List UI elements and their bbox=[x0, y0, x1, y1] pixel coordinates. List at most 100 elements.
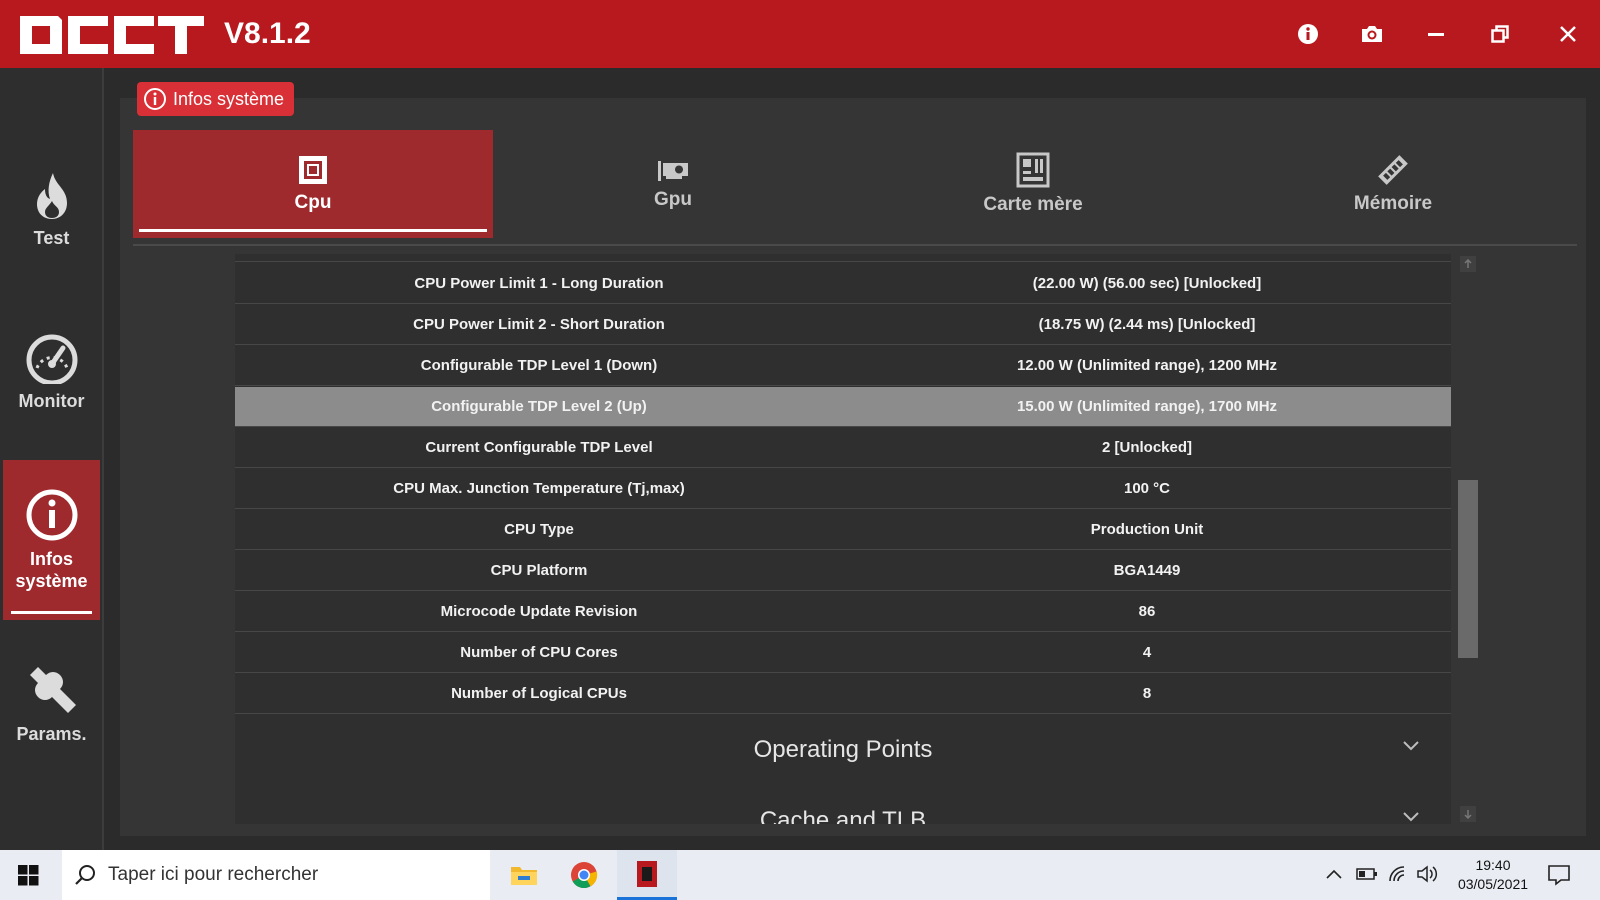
gauge-icon bbox=[26, 334, 77, 384]
windows-icon bbox=[18, 865, 39, 886]
info-icon bbox=[1298, 24, 1318, 44]
sidebar-item-params[interactable]: Params. bbox=[3, 648, 100, 758]
scroll-thumb[interactable] bbox=[1458, 480, 1478, 658]
volume-icon[interactable] bbox=[1416, 865, 1438, 883]
camera-icon bbox=[1362, 26, 1382, 42]
tab-label: Carte mère bbox=[983, 194, 1083, 215]
row-key: Configurable TDP Level 2 (Up) bbox=[431, 398, 647, 415]
cpu-info-table: CPU Power Limit 1 - Long Duration (22.00… bbox=[235, 254, 1451, 824]
file-explorer-icon bbox=[511, 867, 537, 885]
row-key: Configurable TDP Level 1 (Down) bbox=[420, 357, 658, 374]
table-row[interactable]: Number of CPU Cores 4 bbox=[235, 633, 1451, 673]
sidebar-item-label: Params. bbox=[16, 724, 87, 744]
taskbar-app-chrome[interactable] bbox=[554, 850, 614, 900]
group-operating-points[interactable]: Operating Points bbox=[235, 715, 1451, 785]
row-key: CPU Max. Junction Temperature (Tj,max) bbox=[393, 480, 685, 497]
row-value: 86 bbox=[1138, 603, 1156, 620]
info-icon bbox=[26, 489, 77, 541]
row-key: CPU Power Limit 1 - Long Duration bbox=[414, 275, 664, 292]
table-row[interactable]: Configurable TDP Level 1 (Down) 12.00 W … bbox=[235, 346, 1451, 386]
chevron-down-icon bbox=[1403, 741, 1419, 751]
sidebar-item-monitor[interactable]: Monitor bbox=[3, 323, 100, 423]
tab-cpu[interactable]: Cpu bbox=[133, 130, 493, 238]
motherboard-icon bbox=[1016, 152, 1050, 188]
minimize-button[interactable] bbox=[1420, 18, 1452, 50]
tab-gpu[interactable]: Gpu bbox=[493, 130, 853, 238]
table-row[interactable]: Number of Logical CPUs 8 bbox=[235, 674, 1451, 714]
close-icon bbox=[1560, 26, 1576, 42]
group-cache-and-tlb[interactable]: Cache and TLB bbox=[235, 786, 1451, 824]
tab-label: Cpu bbox=[294, 192, 332, 213]
table-row[interactable]: Current Configurable TDP Level 2 [Unlock… bbox=[235, 428, 1451, 468]
notifications-icon[interactable] bbox=[1547, 864, 1571, 886]
table-row[interactable]: Microcode Update Revision 86 bbox=[235, 592, 1451, 632]
info-icon bbox=[144, 88, 166, 110]
scroll-down-button[interactable] bbox=[1460, 806, 1476, 822]
sidebar-item-test[interactable]: Test bbox=[3, 160, 100, 260]
tab-label: Gpu bbox=[654, 189, 692, 210]
sidebar: Test Monitor Infos système Params. bbox=[0, 68, 104, 850]
title-bar: V8.1.2 bbox=[0, 0, 1600, 68]
battery-icon[interactable] bbox=[1356, 867, 1378, 881]
app-version: V8.1.2 bbox=[224, 17, 311, 50]
row-key: Number of CPU Cores bbox=[460, 644, 618, 661]
tab-memoire[interactable]: Mémoire bbox=[1213, 130, 1573, 238]
chevron-up-icon[interactable] bbox=[1326, 868, 1342, 880]
arrow-up-icon bbox=[1464, 259, 1472, 268]
taskbar-app-occt[interactable] bbox=[617, 850, 677, 900]
minimize-icon bbox=[1428, 33, 1444, 36]
flame-icon bbox=[36, 173, 67, 219]
info-button[interactable] bbox=[1292, 18, 1324, 50]
row-key: CPU Platform bbox=[490, 562, 588, 579]
clock-time: 19:40 bbox=[1475, 857, 1511, 873]
sidebar-item-infos-systeme[interactable]: Infos système bbox=[3, 460, 100, 620]
chevron-down-icon bbox=[1403, 812, 1419, 822]
chrome-icon bbox=[571, 862, 598, 889]
occt-icon bbox=[637, 860, 657, 887]
gpu-icon bbox=[658, 161, 688, 181]
table-row[interactable]: CPU Max. Junction Temperature (Tj,max) 1… bbox=[235, 469, 1451, 509]
tab-carte-mere[interactable]: Carte mère bbox=[853, 130, 1213, 238]
row-value: Production Unit bbox=[1090, 521, 1204, 538]
close-button[interactable] bbox=[1552, 18, 1584, 50]
table-row-selected[interactable]: Configurable TDP Level 2 (Up) 15.00 W (U… bbox=[235, 387, 1451, 427]
scroll-up-button[interactable] bbox=[1460, 256, 1476, 272]
taskbar-clock[interactable]: 19:40 03/05/2021 bbox=[1448, 856, 1538, 894]
table-row[interactable]: CPU Type Production Unit bbox=[235, 510, 1451, 550]
tab-bar: Cpu Gpu Carte mère Mémoire bbox=[133, 130, 1577, 246]
section-title: Infos système bbox=[173, 88, 285, 109]
row-value: 100 °C bbox=[1123, 480, 1171, 497]
table-row[interactable]: CPU Power Limit 1 - Long Duration (22.00… bbox=[235, 264, 1451, 304]
row-key: Microcode Update Revision bbox=[440, 603, 638, 620]
table-row[interactable] bbox=[235, 254, 1451, 262]
row-value: 2 [Unlocked] bbox=[1101, 439, 1192, 456]
sidebar-item-label: Test bbox=[33, 228, 70, 248]
table-scrollbar[interactable] bbox=[1458, 254, 1478, 824]
search-icon bbox=[75, 865, 95, 885]
group-label: Cache and TLB bbox=[759, 807, 927, 824]
clock-date: 03/05/2021 bbox=[1457, 876, 1529, 892]
screenshot-button[interactable] bbox=[1356, 18, 1388, 50]
restore-icon bbox=[1491, 25, 1509, 43]
row-value: 8 bbox=[1142, 685, 1152, 702]
row-value: (22.00 W) (56.00 sec) [Unlocked] bbox=[1032, 275, 1262, 292]
row-value: BGA1449 bbox=[1113, 562, 1181, 579]
group-label: Operating Points bbox=[753, 736, 933, 763]
row-key: CPU Type bbox=[504, 521, 574, 538]
row-value: (18.75 W) (2.44 ms) [Unlocked] bbox=[1038, 316, 1256, 333]
row-value: 12.00 W (Unlimited range), 1200 MHz bbox=[1016, 357, 1278, 374]
cpu-icon bbox=[299, 156, 327, 184]
taskbar-search[interactable]: Taper ici pour rechercher bbox=[62, 850, 490, 900]
taskbar-app-file-explorer[interactable] bbox=[494, 850, 554, 900]
start-button[interactable] bbox=[18, 865, 39, 891]
restore-button[interactable] bbox=[1484, 18, 1516, 50]
row-key: Number of Logical CPUs bbox=[451, 685, 627, 702]
tab-label: Mémoire bbox=[1353, 193, 1433, 214]
row-key: CPU Power Limit 2 - Short Duration bbox=[413, 316, 665, 333]
wrench-icon bbox=[29, 667, 76, 713]
table-row[interactable]: CPU Power Limit 2 - Short Duration (18.7… bbox=[235, 305, 1451, 345]
wifi-icon[interactable] bbox=[1388, 865, 1408, 883]
sidebar-item-label: Infos système bbox=[15, 549, 88, 591]
occt-logo bbox=[20, 16, 204, 54]
table-row[interactable]: CPU Platform BGA1449 bbox=[235, 551, 1451, 591]
